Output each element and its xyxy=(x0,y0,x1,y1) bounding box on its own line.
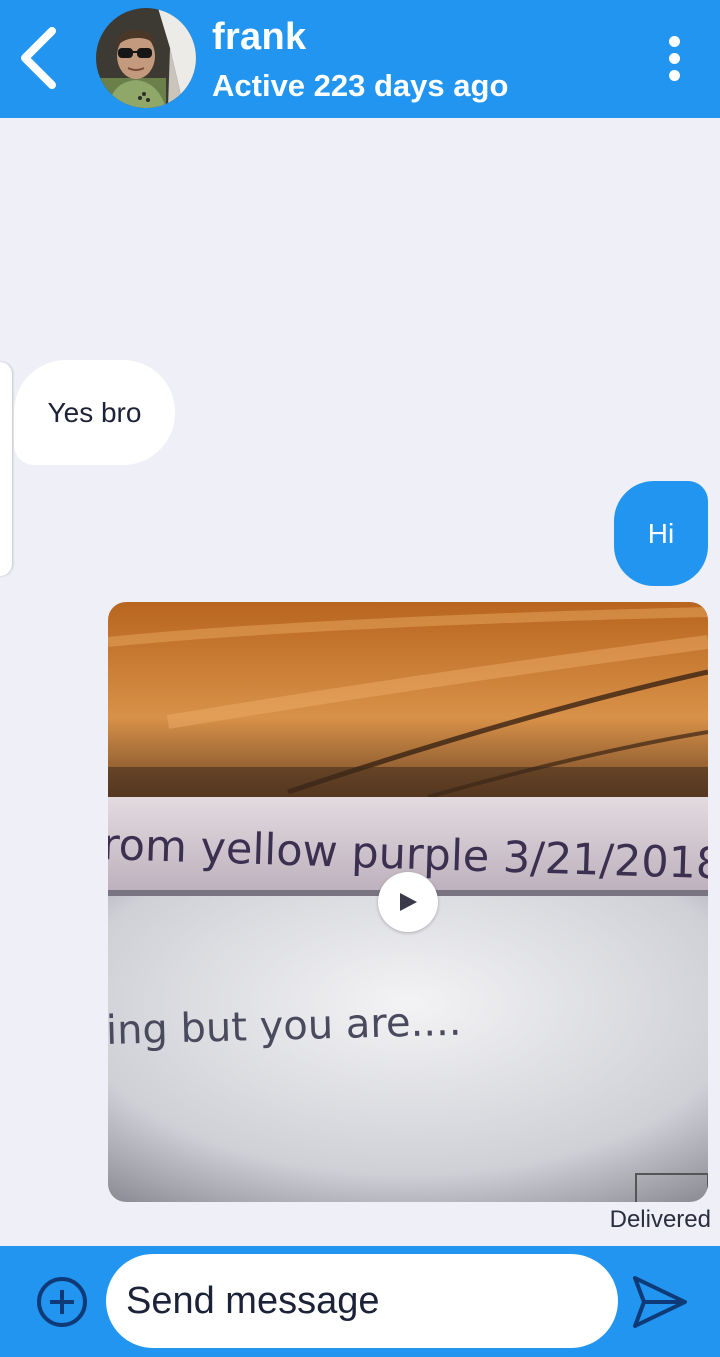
more-vertical-icon[interactable] xyxy=(652,30,696,86)
menu-dot xyxy=(668,52,680,64)
send-icon xyxy=(633,1276,687,1328)
message-text: Hi xyxy=(647,517,675,549)
contact-name[interactable]: frank xyxy=(212,16,306,59)
avatar[interactable] xyxy=(96,8,196,108)
play-button[interactable] xyxy=(378,872,438,932)
back-button[interactable] xyxy=(8,22,68,94)
message-bubble-incoming[interactable]: Yes bro xyxy=(14,360,175,465)
message-composer xyxy=(0,1246,720,1357)
message-text: Yes bro xyxy=(47,396,142,428)
active-status: Active 223 days ago xyxy=(212,68,509,103)
send-button[interactable] xyxy=(630,1273,690,1331)
play-icon xyxy=(400,893,417,911)
message-bubble-outgoing[interactable]: Hi xyxy=(614,481,708,586)
side-drawer-handle[interactable] xyxy=(0,362,12,576)
add-attachment-button[interactable] xyxy=(34,1274,90,1330)
menu-dot xyxy=(668,69,680,81)
chat-header: frank Active 223 days ago xyxy=(0,0,720,118)
add-circle-icon xyxy=(37,1277,87,1327)
chevron-left-icon xyxy=(21,27,56,89)
delivery-status: Delivered xyxy=(609,1206,711,1233)
message-input[interactable] xyxy=(106,1254,618,1348)
video-frame-text: ing but you are.... xyxy=(108,998,462,1054)
menu-dot xyxy=(668,35,680,47)
video-message[interactable]: rom yellow purple 3/21/2018 ing but you … xyxy=(108,602,708,1202)
